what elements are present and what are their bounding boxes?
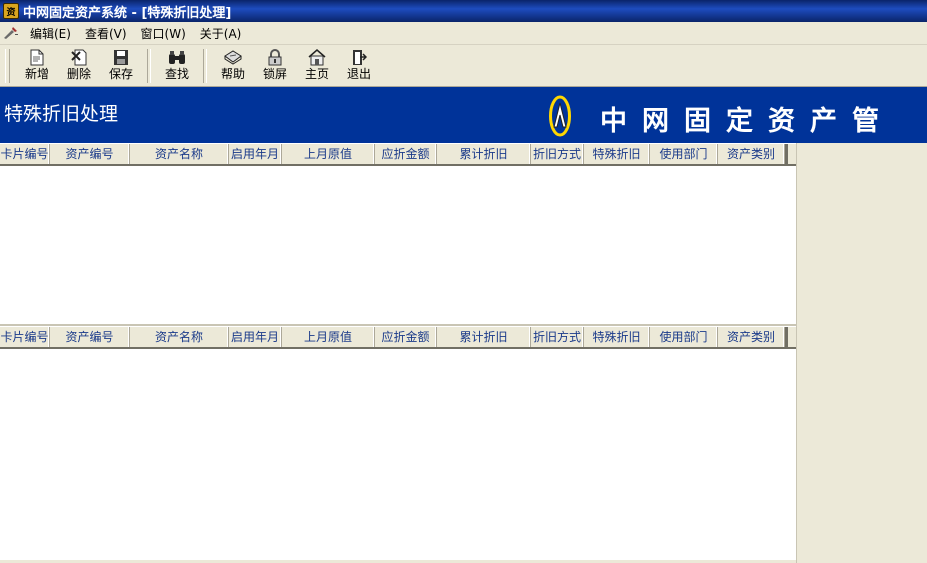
find-button-label: 查找 xyxy=(164,67,189,81)
exit-button-label: 退出 xyxy=(346,67,371,81)
column-header[interactable]: 资产名称 xyxy=(130,327,229,347)
column-header[interactable]: 使用部门 xyxy=(650,144,718,164)
home-icon xyxy=(308,48,326,66)
delete-icon xyxy=(70,48,88,66)
column-header[interactable]: 卡片编号 xyxy=(0,144,50,164)
lock-button-label: 锁屏 xyxy=(262,67,287,81)
column-header[interactable]: 使用部门 xyxy=(650,327,718,347)
window-title-bar: 资 中网固定资产系统 - [特殊折旧处理] xyxy=(0,0,927,22)
column-header[interactable]: 累计折旧 xyxy=(437,144,531,164)
save-button-label: 保存 xyxy=(108,67,133,81)
home-button[interactable]: 主页 xyxy=(296,45,338,85)
column-header[interactable]: 折旧方式 xyxy=(531,144,584,164)
column-header[interactable]: 上月原值 xyxy=(282,327,375,347)
lock-button[interactable]: 锁屏 xyxy=(254,45,296,85)
menu-window[interactable]: 窗口(W) xyxy=(134,25,193,42)
brand-logo-icon xyxy=(549,95,571,137)
menu-about[interactable]: 关于(A) xyxy=(193,25,249,42)
grid-header-filler xyxy=(788,327,796,347)
column-header[interactable]: 特殊折旧 xyxy=(584,144,650,164)
help-button-label: 帮助 xyxy=(220,67,245,81)
column-header[interactable]: 资产名称 xyxy=(130,144,229,164)
new-button[interactable]: 新增 xyxy=(16,45,58,85)
app-icon[interactable]: 资 xyxy=(3,3,19,19)
mdi-child-icon[interactable] xyxy=(3,25,19,41)
column-header[interactable]: 启用年月 xyxy=(229,144,282,164)
window-title: 中网固定资产系统 - [特殊折旧处理] xyxy=(23,5,232,21)
delete-button[interactable]: 删除 xyxy=(58,45,100,85)
right-side-panel xyxy=(796,143,927,563)
new-doc-icon xyxy=(28,48,46,66)
column-header[interactable]: 应折金额 xyxy=(375,327,437,347)
binoculars-icon xyxy=(168,48,186,66)
help-book-icon xyxy=(224,48,242,66)
save-icon xyxy=(112,48,130,66)
column-header[interactable]: 资产编号 xyxy=(50,144,130,164)
column-header[interactable]: 折旧方式 xyxy=(531,327,584,347)
toolbar-grip[interactable] xyxy=(5,49,10,83)
column-header[interactable]: 启用年月 xyxy=(229,327,282,347)
column-header[interactable]: 资产编号 xyxy=(50,327,130,347)
home-button-label: 主页 xyxy=(304,67,329,81)
new-button-label: 新增 xyxy=(24,67,49,81)
menu-edit[interactable]: 编辑(E) xyxy=(23,25,78,42)
asset-grid-bottom[interactable]: 卡片编号 资产编号 资产名称 启用年月 上月原值 应折金额 累计折旧 折旧方式 … xyxy=(0,326,796,560)
grid-header: 卡片编号 资产编号 资产名称 启用年月 上月原值 应折金额 累计折旧 折旧方式 … xyxy=(0,143,796,166)
toolbar-separator xyxy=(147,49,151,83)
page-title: 特殊折旧处理 xyxy=(4,103,119,125)
delete-button-label: 删除 xyxy=(66,67,91,81)
find-button[interactable]: 查找 xyxy=(156,45,198,85)
asset-grid-top[interactable]: 卡片编号 资产编号 资产名称 启用年月 上月原值 应折金额 累计折旧 折旧方式 … xyxy=(0,143,796,326)
page-banner: 特殊折旧处理 中网固定资产管理 xyxy=(0,87,927,176)
column-header[interactable]: 应折金额 xyxy=(375,144,437,164)
exit-door-icon xyxy=(350,48,368,66)
toolbar: 新增 删除 保存 查找 帮助 锁屏 主页 退出 xyxy=(0,45,927,87)
exit-button[interactable]: 退出 xyxy=(338,45,380,85)
menu-bar: 编辑(E) 查看(V) 窗口(W) 关于(A) xyxy=(0,22,927,45)
column-header[interactable]: 特殊折旧 xyxy=(584,327,650,347)
help-button[interactable]: 帮助 xyxy=(212,45,254,85)
column-header[interactable]: 上月原值 xyxy=(282,144,375,164)
grid-header-filler xyxy=(788,144,796,164)
lock-icon xyxy=(266,48,284,66)
column-header[interactable]: 资产类别 xyxy=(718,327,785,347)
grid-header: 卡片编号 资产编号 资产名称 启用年月 上月原值 应折金额 累计折旧 折旧方式 … xyxy=(0,326,796,349)
column-header[interactable]: 卡片编号 xyxy=(0,327,50,347)
menu-view[interactable]: 查看(V) xyxy=(78,25,134,42)
save-button[interactable]: 保存 xyxy=(100,45,142,85)
toolbar-separator xyxy=(203,49,207,83)
column-header[interactable]: 累计折旧 xyxy=(437,327,531,347)
column-header[interactable]: 资产类别 xyxy=(718,144,785,164)
